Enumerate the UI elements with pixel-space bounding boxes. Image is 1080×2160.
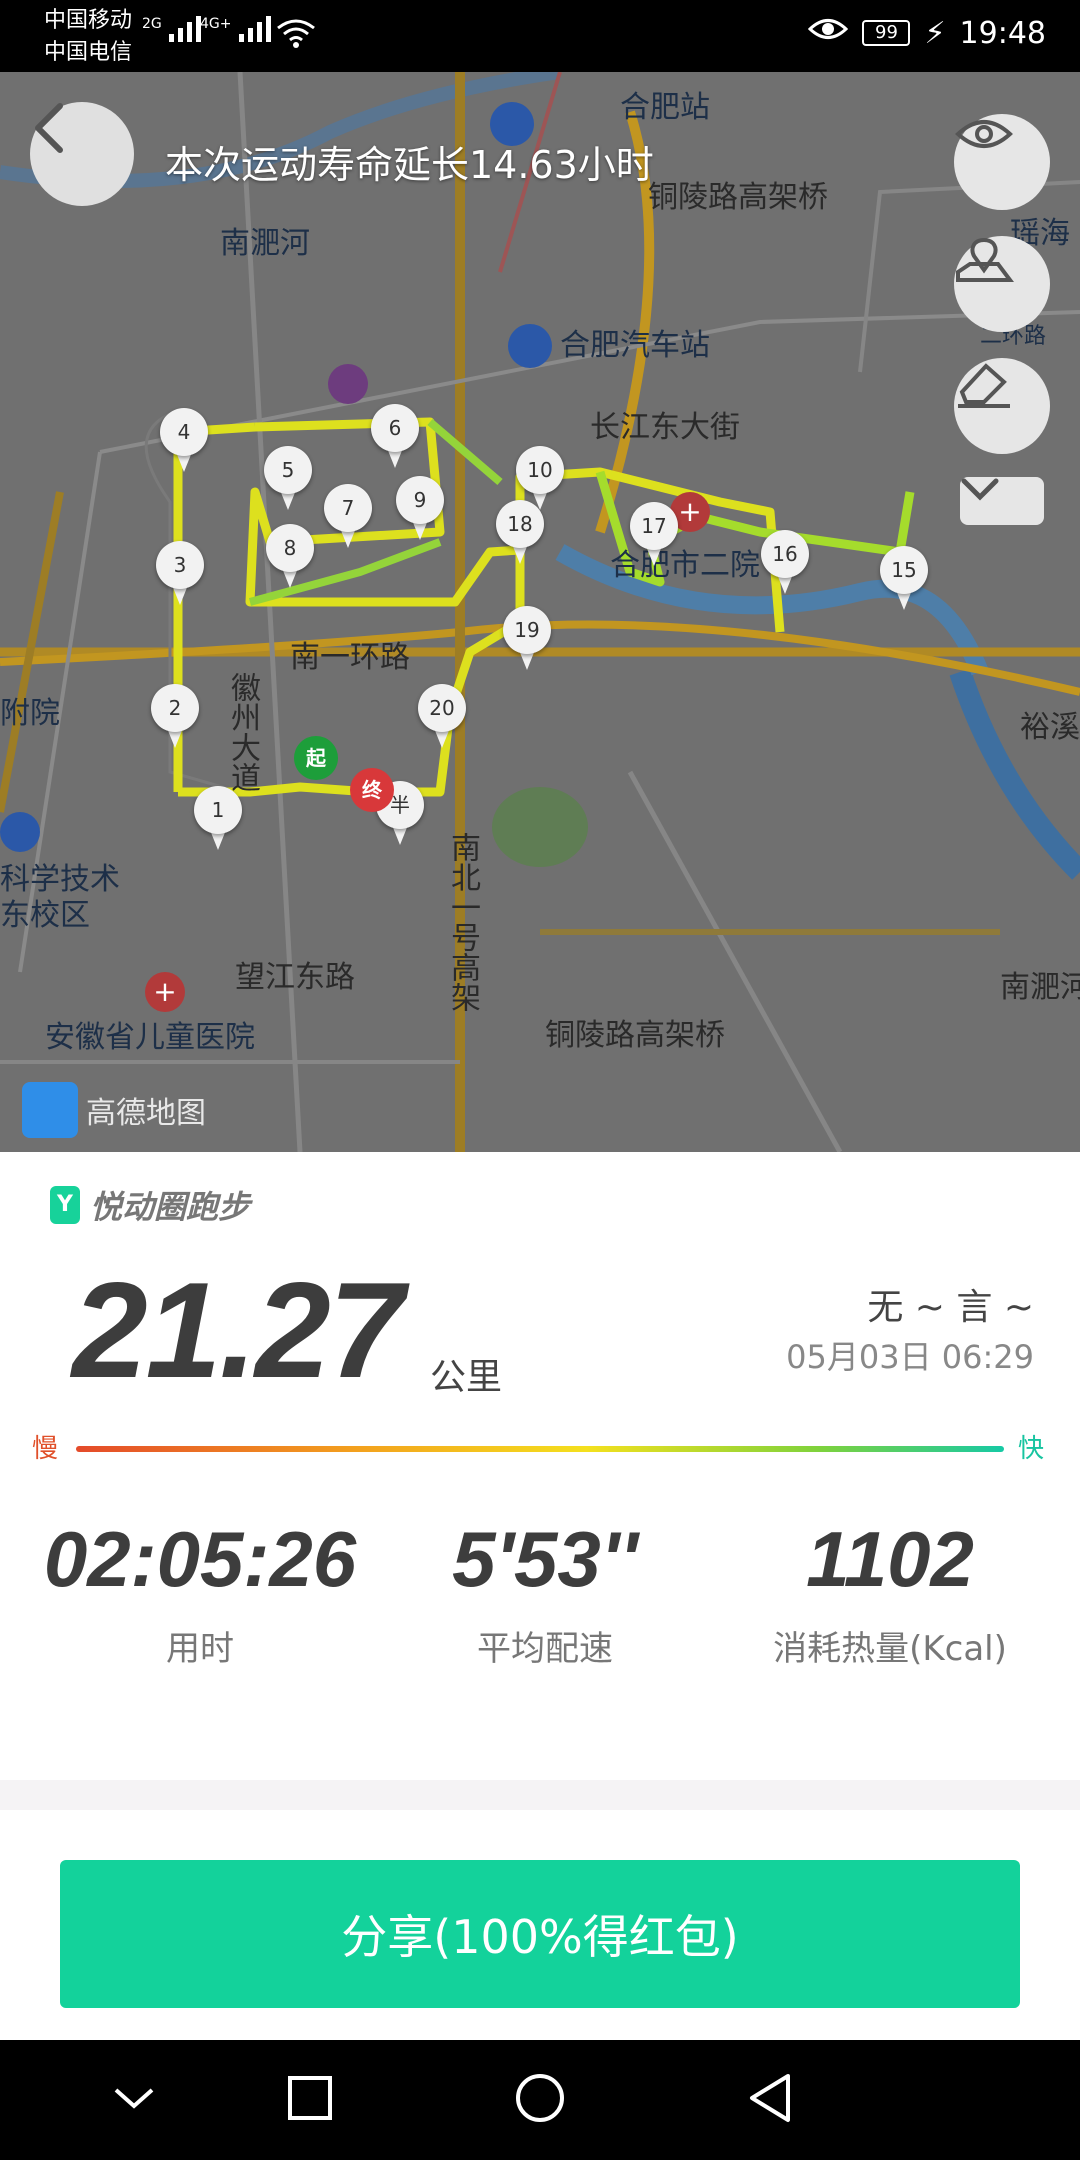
route-map[interactable]: 合肥站 铜陵路高架桥 南淝河 合肥汽车站 长江东大街 合肥市二院 南一环路 徽州… — [0, 72, 1080, 1152]
map-label-yuxi: 裕溪 — [1020, 710, 1080, 745]
map-style-button[interactable] — [954, 236, 1050, 332]
pace-stat: 5'53'' 平均配速 — [400, 1514, 690, 1670]
eye-comfort-icon — [808, 14, 849, 52]
carrier-2: 中国电信 — [44, 40, 133, 65]
calories-value: 1102 — [806, 1515, 974, 1603]
nav-home-button[interactable] — [510, 2070, 570, 2130]
user-name: 无 ~ 言 ~ — [867, 1287, 1034, 1328]
amap-logo-icon — [22, 1082, 78, 1138]
km-marker-19[interactable]: 19 — [503, 606, 551, 672]
km-marker-5[interactable]: 5 — [264, 446, 312, 512]
end-marker[interactable]: 终 — [350, 768, 394, 812]
calories-label: 消耗热量(Kcal) — [773, 1629, 1007, 1669]
map-label-nanfei-river-right: 南淝河 — [1000, 970, 1080, 1005]
network-type-2: 4G+ — [200, 16, 232, 32]
pace-gradient-bar — [76, 1446, 1004, 1452]
calories-stat: 1102 消耗热量(Kcal) — [730, 1514, 1050, 1670]
nav-recents-button[interactable] — [280, 2070, 340, 2130]
battery-icon: 99 — [862, 20, 911, 46]
fast-label: 快 — [1018, 1434, 1045, 1464]
wifi-icon — [276, 18, 316, 52]
km-marker-20[interactable]: 20 — [418, 684, 466, 750]
km-marker-9[interactable]: 9 — [396, 476, 444, 542]
distance-value: 21.27 — [72, 1254, 404, 1406]
network-type-1: 2G — [142, 16, 162, 32]
map-label-university: 科学技术 东校区 — [0, 862, 120, 933]
map-label-huizhou-avenue: 徽州大道 — [225, 672, 260, 792]
km-marker-6[interactable]: 6 — [371, 404, 419, 470]
km-marker-18[interactable]: 18 — [496, 500, 544, 566]
system-nav-bar — [0, 2040, 1080, 2160]
poi-icon — [328, 364, 368, 404]
back-button[interactable] — [30, 102, 134, 206]
distance-unit: 公里 — [430, 1357, 503, 1398]
km-marker-15[interactable]: 15 — [880, 546, 928, 612]
square-icon — [286, 2074, 334, 2126]
run-summary-card: Y 悦动圈跑步 21.27 公里 无 ~ 言 ~ 05月03日 06:29 慢 … — [0, 1152, 1080, 1780]
nav-hide-button[interactable] — [104, 2070, 164, 2130]
share-footer: 分享(100%得红包) — [0, 1810, 1080, 2040]
signal-icon-2: 4G+ — [200, 16, 271, 42]
pace-value: 5'53'' — [452, 1515, 638, 1603]
toggle-visibility-button[interactable] — [954, 114, 1050, 210]
pace-label: 平均配速 — [477, 1629, 613, 1669]
map-label-children-hospital: 安徽省儿童医院 — [45, 1020, 255, 1055]
status-bar: 中国移动 中国电信 2G 4G+ 99 ⚡ 19:48 — [0, 0, 1080, 72]
duration-value: 02:05:26 — [43, 1515, 357, 1603]
map-label-hefei-bus-station: 合肥汽车站 — [560, 328, 710, 363]
start-marker[interactable]: 起 — [294, 736, 338, 780]
status-time: 19:48 — [959, 15, 1046, 51]
brand-name: 悦动圈跑步 — [90, 1188, 251, 1226]
km-marker-8[interactable]: 8 — [266, 524, 314, 590]
carrier-1: 中国移动 — [44, 8, 133, 33]
brand-logo-icon: Y — [50, 1186, 80, 1224]
km-marker-4[interactable]: 4 — [160, 408, 208, 474]
circle-icon — [514, 2072, 566, 2128]
duration-label: 用时 — [166, 1629, 234, 1669]
collapse-button[interactable] — [960, 477, 1044, 525]
longevity-text: 本次运动寿命延长14.63小时 — [165, 143, 654, 187]
share-button[interactable]: 分享(100%得红包) — [60, 1860, 1020, 2008]
signal-icon-1: 2G — [142, 16, 201, 42]
charging-icon: ⚡ — [924, 15, 946, 51]
map-provider-name: 高德地图 — [86, 1096, 206, 1131]
km-marker-1[interactable]: 1 — [194, 786, 242, 852]
section-divider — [0, 1780, 1080, 1810]
map-label-south-first-ring: 南一环路 — [290, 640, 410, 675]
hospital-icon: + — [145, 972, 185, 1012]
edit-button[interactable] — [954, 358, 1050, 454]
nav-back-button[interactable] — [740, 2070, 800, 2130]
map-label-hefei-station: 合肥站 — [620, 90, 710, 125]
chevron-down-icon — [112, 2084, 156, 2116]
km-marker-7[interactable]: 7 — [324, 484, 372, 550]
map-label-south-north-road: 南北一号高架 — [445, 832, 480, 1012]
run-datetime: 05月03日 06:29 — [786, 1338, 1034, 1376]
triangle-back-icon — [746, 2072, 794, 2128]
school-icon — [0, 812, 40, 852]
brand: Y 悦动圈跑步 — [50, 1182, 250, 1228]
km-marker-17[interactable]: 17 — [630, 502, 678, 568]
duration-stat: 02:05:26 用时 — [40, 1514, 360, 1670]
map-label-changjiang-east-street: 长江东大街 — [590, 410, 740, 445]
map-provider-logo: 高德地图 — [22, 1082, 206, 1138]
map-label-tongling-viaduct-bottom: 铜陵路高架桥 — [545, 1018, 725, 1053]
km-marker-3[interactable]: 3 — [156, 541, 204, 607]
slow-label: 慢 — [32, 1434, 59, 1464]
km-marker-2[interactable]: 2 — [151, 684, 199, 750]
map-label-nanfei-river: 南淝河 — [220, 226, 310, 261]
map-label-hospital-left: 附院 — [0, 696, 60, 731]
map-label-tongling-viaduct-top: 铜陵路高架桥 — [648, 180, 828, 215]
bus-station-icon — [508, 324, 552, 368]
km-marker-16[interactable]: 16 — [761, 530, 809, 596]
map-label-wangjiang-east-road: 望江东路 — [235, 960, 355, 995]
